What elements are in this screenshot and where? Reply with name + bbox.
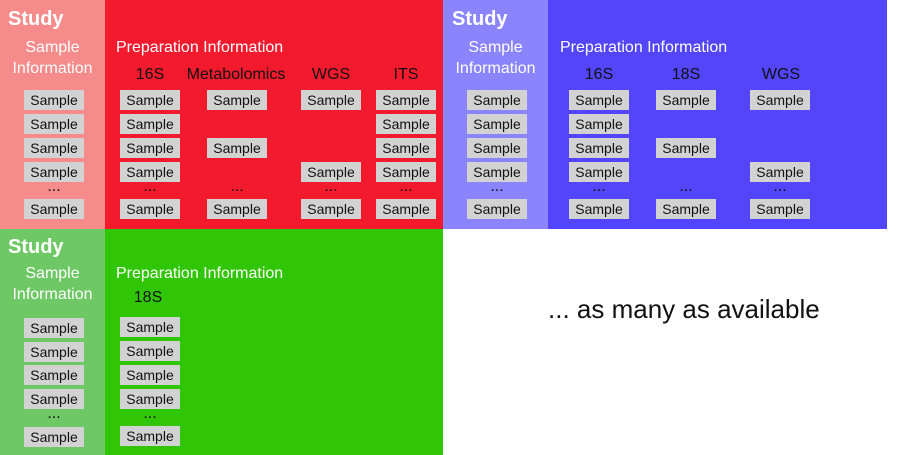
- sample-box: Sample: [120, 199, 180, 219]
- preparation-information-label: Preparation Information: [116, 265, 284, 282]
- sample-info-line-2: Information: [455, 60, 536, 77]
- sample-info-line-2: Information: [12, 60, 93, 77]
- sample-info-line-1: Sample: [25, 39, 80, 56]
- sample-box: Sample: [656, 90, 716, 110]
- study-title: Study: [8, 8, 64, 30]
- column-header-its: ITS: [393, 66, 419, 83]
- sample-box: Sample: [376, 199, 436, 219]
- sample-box: Sample: [207, 90, 267, 110]
- ellipsis: ...: [143, 178, 157, 195]
- ellipsis: ...: [773, 178, 787, 195]
- sample-box: Sample: [750, 90, 810, 110]
- sample-box: Sample: [24, 342, 84, 362]
- sample-box: Sample: [467, 90, 527, 110]
- ellipsis: ...: [399, 178, 413, 195]
- sample-box: Sample: [467, 114, 527, 134]
- sample-box: Sample: [120, 317, 180, 337]
- sample-box: Sample: [376, 114, 436, 134]
- study-panel-3: Study Sample Information Preparation Inf…: [0, 229, 443, 455]
- sample-box: Sample: [656, 199, 716, 219]
- ellipsis: ...: [592, 178, 606, 195]
- sample-box: Sample: [569, 114, 629, 134]
- sample-box: Sample: [120, 426, 180, 446]
- sample-information-label: Sample Information: [0, 37, 105, 79]
- sample-info-line-1: Sample: [468, 39, 523, 56]
- column-header-18s: 18S: [133, 289, 163, 306]
- ellipsis: ...: [47, 405, 61, 422]
- study-panel-1: Study Sample Information Preparation Inf…: [0, 0, 443, 229]
- sample-box: Sample: [569, 199, 629, 219]
- sample-box: Sample: [656, 138, 716, 158]
- ellipsis: ...: [490, 178, 504, 195]
- column-header-wgs: WGS: [761, 66, 801, 83]
- column-header-16s: 16S: [135, 66, 165, 83]
- column-header-metabolomics: Metabolomics: [186, 66, 286, 83]
- sample-box: Sample: [24, 90, 84, 110]
- sample-box: Sample: [207, 138, 267, 158]
- ellipsis: ...: [143, 405, 157, 422]
- sample-box: Sample: [120, 114, 180, 134]
- as-many-as-available-text: ... as many as available: [548, 294, 820, 324]
- sample-box: Sample: [24, 138, 84, 158]
- sample-box: Sample: [120, 138, 180, 158]
- sample-box: Sample: [467, 138, 527, 158]
- sample-info-line-2: Information: [12, 286, 93, 303]
- sample-box: Sample: [301, 90, 361, 110]
- study-panel-2: Study Sample Information Preparation Inf…: [443, 0, 887, 229]
- sample-box: Sample: [301, 199, 361, 219]
- sample-information-label: Sample Information: [443, 37, 548, 79]
- ellipsis: ...: [230, 178, 244, 195]
- sample-box: Sample: [120, 365, 180, 385]
- preparation-information-label: Preparation Information: [560, 39, 728, 56]
- sample-box: Sample: [24, 427, 84, 447]
- sample-info-line-1: Sample: [25, 265, 80, 282]
- sample-box: Sample: [120, 341, 180, 361]
- sample-box: Sample: [24, 318, 84, 338]
- ellipsis: ...: [47, 178, 61, 195]
- sample-box: Sample: [467, 199, 527, 219]
- sample-box: Sample: [207, 199, 267, 219]
- sample-box: Sample: [24, 365, 84, 385]
- sample-box: Sample: [569, 138, 629, 158]
- sample-box: Sample: [24, 199, 84, 219]
- ellipsis: ...: [324, 178, 338, 195]
- sample-box: Sample: [120, 90, 180, 110]
- study-title: Study: [8, 236, 64, 258]
- preparation-information-label: Preparation Information: [116, 39, 284, 56]
- ellipsis: ...: [679, 178, 693, 195]
- sample-box: Sample: [569, 90, 629, 110]
- sample-box: Sample: [376, 90, 436, 110]
- column-header-wgs: WGS: [311, 66, 351, 83]
- study-title: Study: [452, 8, 508, 30]
- sample-box: Sample: [376, 138, 436, 158]
- column-header-18s: 18S: [671, 66, 701, 83]
- sample-box: Sample: [750, 199, 810, 219]
- sample-box: Sample: [24, 114, 84, 134]
- column-header-16s: 16S: [584, 66, 614, 83]
- sample-information-label: Sample Information: [0, 263, 105, 305]
